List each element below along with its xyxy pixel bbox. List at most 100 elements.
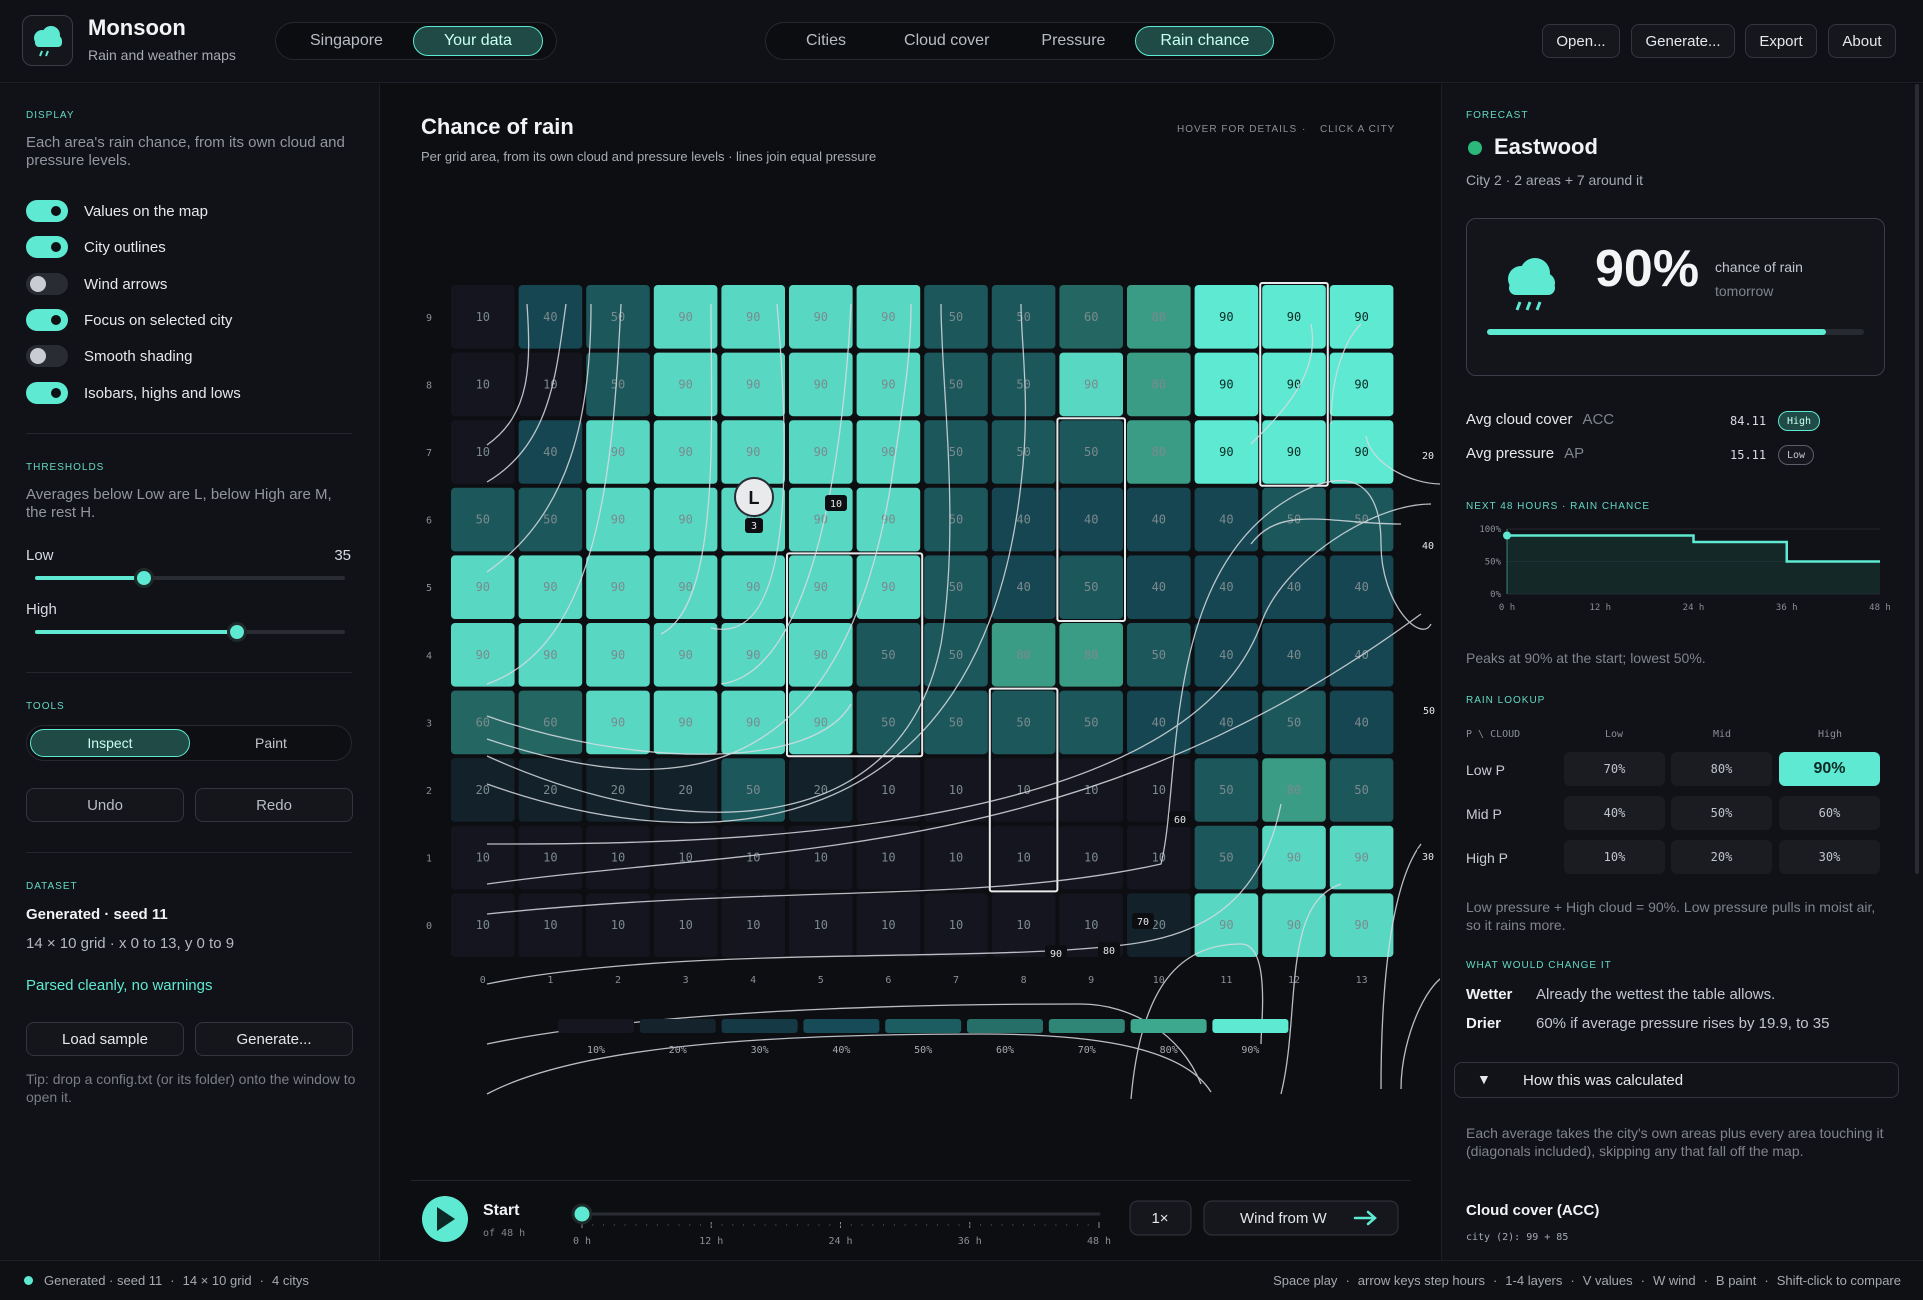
x-tick-label: 9 [1088, 975, 1094, 986]
cell-value: 40 [543, 310, 557, 324]
about-button[interactable]: About [1828, 24, 1896, 58]
tab-pressure[interactable]: Pressure [1011, 26, 1135, 56]
map-area: Chance of rain Per grid area, from its o… [381, 84, 1440, 1260]
high-slider-thumb[interactable] [226, 622, 247, 642]
cell-value: 90 [746, 310, 760, 324]
cell-value: 90 [814, 648, 828, 662]
generate-button[interactable]: Generate... [1631, 24, 1735, 58]
thresholds-heading: THRESHOLDS [26, 462, 105, 473]
toggle-switch[interactable] [26, 345, 68, 367]
cell-value: 50 [881, 648, 895, 662]
cell-value: 50 [1016, 715, 1030, 729]
time-tick-label: 36 h [958, 1236, 982, 1247]
wetter-text: Already the wettest the table allows. [1536, 986, 1776, 1003]
cell-value: 10 [543, 851, 557, 865]
cell-value: 90 [814, 580, 828, 594]
status-bar: Generated · seed 11 · 14 × 10 grid · 4 cit… [0, 1260, 1923, 1300]
cell-value: 90 [1287, 918, 1301, 932]
toggle-city-outlines[interactable]: City outlines [26, 235, 166, 259]
cell-value: 90 [1219, 310, 1233, 324]
cell-value: 40 [1219, 648, 1233, 662]
cell-value: 80 [1152, 377, 1166, 391]
forecast-card: 90% chance of rain tomorrow [1466, 218, 1885, 376]
lookup-row-low-p: Low P [1466, 762, 1505, 778]
tab-rain-chance[interactable]: Rain chance [1135, 26, 1275, 56]
cell-value: 50 [1016, 377, 1030, 391]
high-slider[interactable] [35, 622, 345, 642]
toggle-switch[interactable] [26, 236, 68, 258]
rain-chance-map[interactable]: 10 40 50 90 90 90 90 50 50 60 80 90 90 9010 10 50 90 90 90… [381, 84, 1440, 1260]
status-dataset: Generated · seed 11 [44, 1273, 163, 1288]
high-slider-label: High [26, 601, 57, 618]
cell-value: 90 [1354, 377, 1368, 391]
load-sample-button[interactable]: Load sample [26, 1022, 184, 1056]
low-slider-thumb[interactable] [133, 568, 154, 588]
rain-lookup-heading: RAIN LOOKUP [1466, 695, 1546, 706]
toggle-label: Focus on selected city [84, 311, 233, 329]
toggle-values-on-map[interactable]: Values on the map [26, 199, 208, 223]
triangle-down-icon: ▼ [1477, 1071, 1491, 1087]
y-tick-label: 4 [426, 651, 432, 662]
cell-value: 40 [543, 445, 557, 459]
how-calculated-toggle[interactable]: ▼ How this was calculated [1454, 1062, 1899, 1098]
toggle-switch[interactable] [26, 382, 68, 404]
cell-value: 90 [746, 377, 760, 391]
cell-value: 90 [678, 580, 692, 594]
generate-dataset-button[interactable]: Generate... [195, 1022, 353, 1056]
cell-value: 10 [476, 918, 490, 932]
cell-value: 40 [1084, 513, 1098, 527]
chance-bar [1487, 329, 1864, 335]
y-tick-label: 2 [426, 786, 432, 797]
cell-value: 90 [881, 310, 895, 324]
isobar-line [1400, 978, 1440, 1090]
cell-value: 50 [949, 715, 963, 729]
y-tick-label: 9 [426, 313, 432, 324]
color-legend: 10% 20% 30% 40% 50% 60% 70% 80% 90% [558, 1019, 1289, 1056]
cell-value: 40 [1016, 513, 1030, 527]
toggle-wind-arrows[interactable]: Wind arrows [26, 272, 167, 296]
cell-value: 90 [611, 513, 625, 527]
legend-swatch [1048, 1019, 1125, 1033]
legend-swatch [721, 1019, 798, 1033]
cell-value: 10 [611, 851, 625, 865]
tab-cities[interactable]: Cities [770, 26, 882, 56]
toggle-switch[interactable] [26, 200, 68, 222]
paint-mode-button[interactable]: Paint [193, 729, 349, 757]
toggle-smooth-shading[interactable]: Smooth shading [26, 344, 192, 368]
redo-button[interactable]: Redo [195, 788, 353, 822]
legend-swatch [885, 1019, 962, 1033]
tab-singapore[interactable]: Singapore [280, 26, 413, 56]
x-tick-label: 24 h [1683, 603, 1705, 613]
scrollbar[interactable] [1915, 84, 1919, 874]
y-tick-label: 50% [1485, 558, 1502, 568]
cell-value: 90 [678, 445, 692, 459]
isobar-label: 50 [1423, 706, 1435, 717]
parse-status: Parsed cleanly, no warnings [26, 977, 213, 994]
right-panel: FORECAST Eastwood City 2 · 2 areas + 7 a… [1441, 84, 1923, 1260]
forecast-heading: FORECAST [1466, 110, 1529, 121]
cell-value: 10 [881, 851, 895, 865]
cell-value: 90 [814, 377, 828, 391]
low-slider[interactable] [35, 568, 345, 588]
cell-value: 90 [1219, 377, 1233, 391]
toggle-switch[interactable] [26, 273, 68, 295]
toggle-focus-selected-city[interactable]: Focus on selected city [26, 308, 232, 332]
cell-value: 50 [476, 513, 490, 527]
export-button[interactable]: Export [1745, 24, 1817, 58]
shortcut: Space play [1273, 1273, 1338, 1288]
toggle-switch[interactable] [26, 309, 68, 331]
cell-value: 20 [678, 783, 692, 797]
cell-value: 90 [543, 648, 557, 662]
toggle-isobars[interactable]: Isobars, highs and lows [26, 381, 241, 405]
cell-value: 40 [1219, 715, 1233, 729]
legend-label: 70% [1078, 1045, 1096, 1056]
undo-button[interactable]: Undo [26, 788, 184, 822]
open-button[interactable]: Open... [1542, 24, 1620, 58]
cell-value: 10 [1152, 783, 1166, 797]
play-sub: of 48 h [483, 1228, 525, 1239]
inspect-mode-button[interactable]: Inspect [30, 729, 190, 757]
tab-cloud-cover[interactable]: Cloud cover [882, 26, 1011, 56]
tab-your-data[interactable]: Your data [412, 26, 543, 56]
avg-pressure-value: 15.11 [1730, 448, 1767, 462]
low-slider-fill [35, 576, 144, 580]
